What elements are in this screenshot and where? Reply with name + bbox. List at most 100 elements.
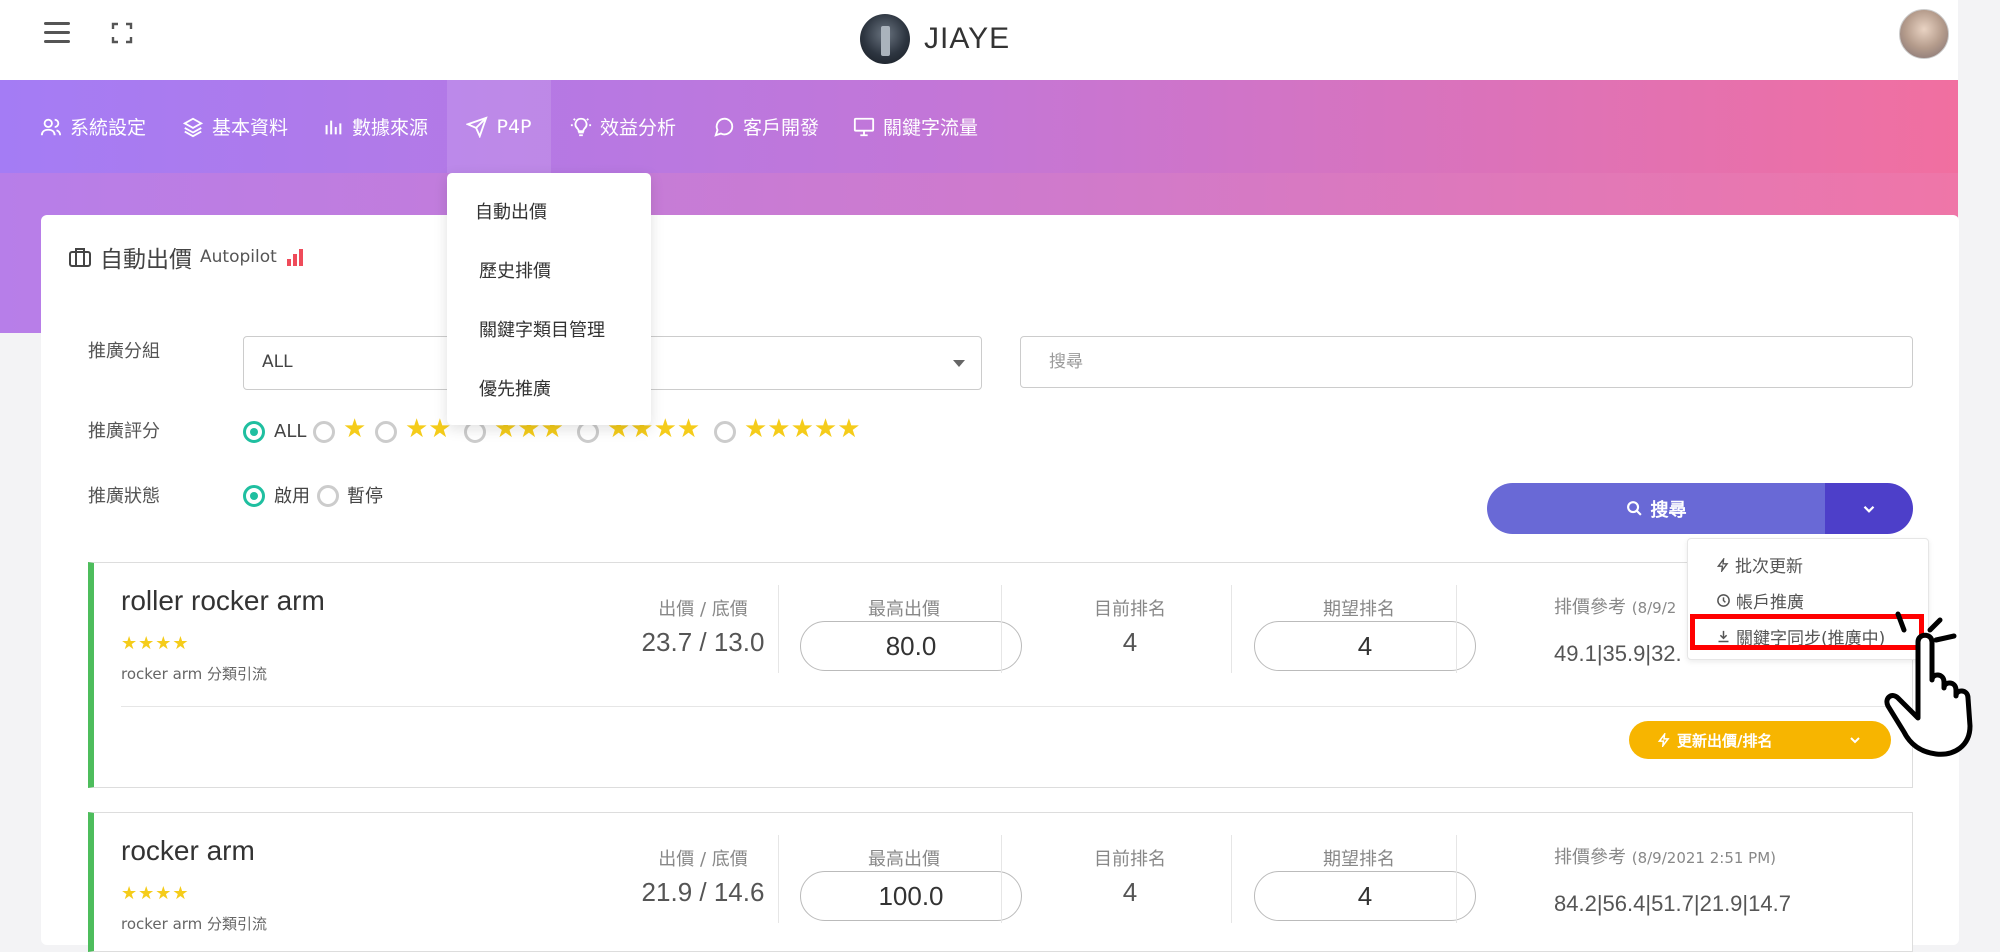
bolt-icon bbox=[1657, 733, 1670, 747]
chat-icon bbox=[714, 117, 734, 137]
target-rank-label: 期望排名 bbox=[1323, 849, 1395, 870]
max-bid-label: 最高出價 bbox=[868, 599, 940, 620]
current-rank-value: 4 bbox=[1122, 627, 1138, 657]
nav-item-data-source[interactable]: 數據來源 bbox=[322, 80, 428, 173]
max-bid-label: 最高出價 bbox=[868, 849, 940, 870]
keyword-stars: ★★★★ bbox=[121, 633, 190, 654]
menu-item-account-promotion[interactable]: 帳戶推廣 bbox=[1716, 588, 1804, 613]
keyword-category: rocker arm 分類引流 bbox=[121, 665, 268, 683]
menu-item-priority-promotion[interactable]: 優先推廣 bbox=[479, 375, 551, 401]
menu-item-auto-bid[interactable]: 自動出價 bbox=[475, 198, 547, 224]
nav-item-customer-dev[interactable]: 客戶開發 bbox=[713, 80, 819, 173]
rating-all-label: ALL bbox=[274, 421, 307, 442]
current-rank-label: 目前排名 bbox=[1094, 599, 1166, 620]
status-label: 推廣狀態 bbox=[88, 486, 160, 507]
price-ref-label: 排價參考 bbox=[1554, 847, 1626, 868]
page-subtitle: Autopilot bbox=[200, 247, 277, 267]
bid-label: 出價 / 底價 bbox=[658, 849, 748, 870]
brand[interactable]: JIAYE bbox=[860, 8, 1010, 70]
search-dropdown-toggle[interactable] bbox=[1825, 483, 1913, 534]
price-ref-time: (8/9/2 bbox=[1631, 599, 1677, 617]
layers-icon bbox=[182, 117, 204, 137]
p4p-dropdown: 自動出價 歷史排價 關鍵字類目管理 優先推廣 bbox=[447, 173, 651, 425]
status-off-label: 暫停 bbox=[347, 486, 383, 507]
keyword-category: rocker arm 分類引流 bbox=[121, 915, 268, 933]
pointing-hand-icon bbox=[1884, 611, 1973, 757]
page-title: 自動出價 Autopilot bbox=[68, 240, 305, 274]
main-nav: 系統設定 基本資料 數據來源 P4P 效益分析 客戶開發 關鍵字流量 bbox=[0, 80, 1958, 173]
target-rank-input[interactable]: 4 bbox=[1254, 621, 1476, 671]
search-input[interactable] bbox=[1020, 336, 1913, 388]
chevron-down-icon bbox=[1850, 737, 1860, 744]
menu-icon[interactable] bbox=[44, 22, 70, 44]
search-button[interactable]: 搜尋 bbox=[1487, 483, 1825, 534]
max-bid-input[interactable]: 100.0 bbox=[800, 871, 1022, 921]
rating-5-stars: ★★★★★ bbox=[744, 414, 861, 444]
users-icon bbox=[40, 118, 62, 135]
keyword-name: roller rocker arm bbox=[121, 585, 325, 616]
status-on-label: 啟用 bbox=[274, 486, 310, 507]
menu-item-batch-update[interactable]: 批次更新 bbox=[1716, 552, 1803, 577]
clock-icon bbox=[1717, 594, 1730, 607]
target-rank-input[interactable]: 4 bbox=[1254, 871, 1476, 921]
nav-item-label: 客戶開發 bbox=[743, 117, 820, 139]
nav-item-label: 基本資料 bbox=[212, 117, 289, 139]
bid-label: 出價 / 底價 bbox=[658, 599, 748, 620]
current-rank-value: 4 bbox=[1122, 877, 1138, 907]
rating-radio-all[interactable] bbox=[243, 421, 265, 443]
menu-item-history-price[interactable]: 歷史排價 bbox=[479, 257, 551, 283]
update-bid-button[interactable]: 更新出價/排名 bbox=[1629, 721, 1891, 759]
menu-item-label: 批次更新 bbox=[1735, 557, 1803, 577]
nav-item-benefit-analysis[interactable]: 效益分析 bbox=[570, 80, 676, 173]
rating-radio-5[interactable] bbox=[714, 421, 736, 443]
divider bbox=[121, 706, 1896, 707]
price-ref-values: 84.2|56.4|51.7|21.9|14.7 bbox=[1554, 891, 1791, 916]
max-bid-input[interactable]: 80.0 bbox=[800, 621, 1022, 671]
group-label: 推廣分組 bbox=[88, 341, 160, 362]
nav-item-keyword-traffic[interactable]: 關鍵字流量 bbox=[853, 80, 978, 173]
brand-logo bbox=[860, 14, 910, 64]
rating-1-stars: ★ bbox=[343, 414, 367, 444]
nav-item-label: P4P bbox=[496, 115, 532, 138]
chevron-down-icon bbox=[1863, 505, 1875, 513]
signal-bars-icon bbox=[286, 249, 303, 266]
keyword-card: rocker arm ★★★★ rocker arm 分類引流 出價 / 底價 … bbox=[88, 812, 1913, 952]
bar-chart-icon bbox=[325, 120, 342, 134]
search-button-label: 搜尋 bbox=[1650, 499, 1687, 521]
bulb-icon bbox=[570, 117, 592, 136]
nav-item-label: 系統設定 bbox=[70, 117, 147, 139]
group-select-value: ALL bbox=[262, 352, 293, 372]
brand-name: JIAYE bbox=[924, 22, 1011, 55]
chevron-down-icon bbox=[953, 360, 965, 367]
nav-item-p4p[interactable]: P4P bbox=[447, 80, 551, 173]
target-rank-label: 期望排名 bbox=[1323, 599, 1395, 620]
avatar[interactable] bbox=[1899, 9, 1949, 59]
keyword-name: rocker arm bbox=[121, 835, 255, 866]
menu-item-keyword-category[interactable]: 關鍵字類目管理 bbox=[479, 316, 605, 342]
top-bar: JIAYE bbox=[0, 0, 1958, 80]
nav-item-label: 效益分析 bbox=[600, 117, 677, 139]
briefcase-icon bbox=[69, 248, 91, 267]
bolt-icon bbox=[1716, 557, 1729, 572]
page-title-text: 自動出價 bbox=[100, 247, 192, 273]
rating-2-stars: ★★ bbox=[405, 414, 452, 444]
rating-radio-1[interactable] bbox=[313, 421, 335, 443]
price-ref-header: 排價參考 (8/9/2021 2:51 PM) bbox=[1554, 843, 1884, 869]
price-ref-time: (8/9/2021 2:51 PM) bbox=[1631, 849, 1777, 867]
current-rank-label: 目前排名 bbox=[1094, 849, 1166, 870]
update-bid-label: 更新出價/排名 bbox=[1677, 731, 1773, 750]
bid-value: 21.9 / 14.6 bbox=[641, 877, 765, 907]
rating-radio-2[interactable] bbox=[375, 421, 397, 443]
status-radio-off[interactable] bbox=[317, 485, 339, 507]
nav-item-system-settings[interactable]: 系統設定 bbox=[40, 80, 146, 173]
send-icon bbox=[466, 115, 489, 138]
price-ref-label: 排價參考 bbox=[1554, 597, 1626, 618]
search-icon bbox=[1626, 501, 1642, 516]
nav-item-label: 關鍵字流量 bbox=[883, 117, 979, 139]
nav-item-basic-data[interactable]: 基本資料 bbox=[182, 80, 288, 173]
rating-label: 推廣評分 bbox=[88, 421, 160, 442]
status-radio-on[interactable] bbox=[243, 485, 265, 507]
nav-item-label: 數據來源 bbox=[352, 117, 429, 139]
keyword-stars: ★★★★ bbox=[121, 883, 190, 904]
fullscreen-icon[interactable] bbox=[110, 21, 134, 45]
